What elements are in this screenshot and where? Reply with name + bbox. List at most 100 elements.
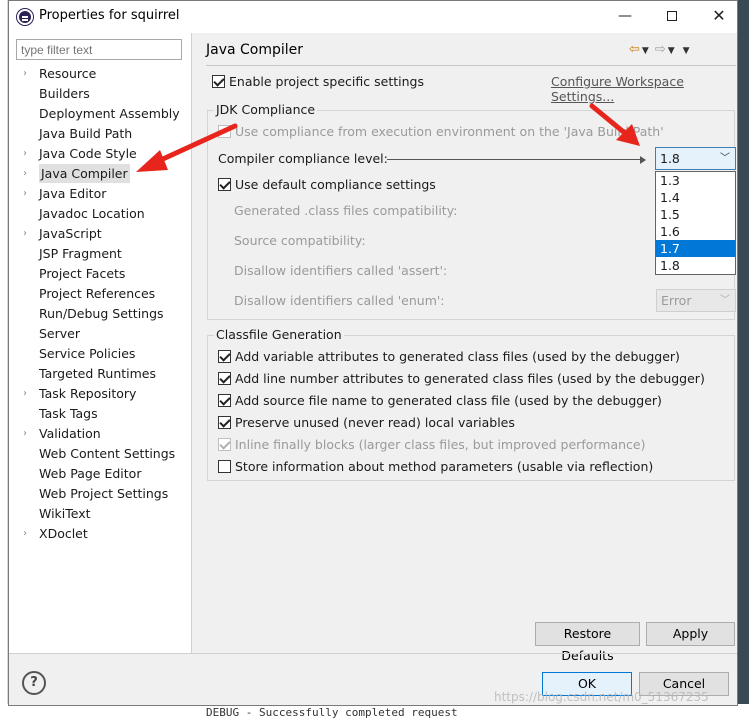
eclipse-icon (17, 9, 33, 25)
tree-item-label: Targeted Runtimes (39, 366, 156, 381)
tree-item[interactable]: WikiText (9, 504, 191, 524)
tree-item[interactable]: Web Content Settings (9, 444, 191, 464)
tree-item-label: Validation (39, 426, 101, 441)
generated-compat-label: Generated .class files compatibility: (234, 203, 458, 218)
tree-item-label: Javadoc Location (39, 206, 145, 221)
tree-item[interactable]: › JavaScript (9, 224, 191, 244)
tree-item[interactable]: › Resource (9, 64, 191, 84)
source-compat-label: Source compatibility: (234, 233, 366, 248)
tree-item-label: Java Editor (39, 186, 107, 201)
use-exec-env-label: Use compliance from execution environmen… (235, 124, 664, 139)
tree-item[interactable]: Project Facets (9, 264, 191, 284)
maximize-icon (667, 11, 677, 21)
tree-item[interactable]: Run/Debug Settings (9, 304, 191, 324)
classfile-checkbox-label: Add variable attributes to generated cla… (235, 349, 680, 364)
classfile-checkbox-label: Add line number attributes to generated … (235, 371, 705, 386)
tree-item-label: Server (39, 326, 80, 341)
chevron-right-icon[interactable]: › (23, 144, 27, 164)
help-icon[interactable]: ? (22, 671, 46, 695)
tree-item[interactable]: Deployment Assembly (9, 104, 191, 124)
compliance-option[interactable]: 1.6 (656, 223, 735, 240)
tree-item[interactable]: Server (9, 324, 191, 344)
chevron-right-icon[interactable]: › (23, 164, 27, 184)
tree-item[interactable]: Javadoc Location (9, 204, 191, 224)
title-bar: Properties for squirrel — ✕ (9, 1, 737, 33)
tree-item-label: Task Tags (39, 406, 98, 421)
use-exec-env-checkbox[interactable]: Use compliance from execution environmen… (218, 124, 664, 139)
disallow-enum-select[interactable]: Error ﹀ (656, 289, 736, 312)
maximize-button[interactable] (652, 5, 692, 29)
tree-item-label: Java Compiler (39, 164, 130, 183)
apply-button[interactable]: Apply (646, 622, 735, 646)
classfile-generation-label: Classfile Generation (214, 327, 344, 342)
classfile-checkbox[interactable]: Add line number attributes to generated … (218, 371, 705, 386)
chevron-right-icon[interactable]: › (23, 64, 27, 84)
chevron-down-icon: ﹀ (720, 295, 730, 306)
tree-item[interactable]: › Java Code Style (9, 144, 191, 164)
forward-arrow-icon[interactable]: ⇨ (655, 42, 666, 57)
chevron-right-icon[interactable]: › (23, 524, 27, 544)
compliance-level-value: 1.8 (660, 151, 680, 166)
tree-item[interactable]: › Task Repository (9, 384, 191, 404)
property-tree-pane: › Resource Builders Deployment Assembly Java… (9, 33, 192, 653)
tree-item[interactable]: Project References (9, 284, 191, 304)
compliance-option[interactable]: 1.4 (656, 189, 735, 206)
restore-defaults-button[interactable]: Restore Defaults (535, 622, 640, 663)
tree-item[interactable]: › Java Editor (9, 184, 191, 204)
checkbox-icon (218, 350, 231, 363)
checkbox-icon (218, 416, 231, 429)
compliance-arrow (387, 156, 646, 164)
tree-item[interactable]: Targeted Runtimes (9, 364, 191, 384)
history-nav: ⇦ ▼ ⇨ ▼ ▼ (629, 42, 696, 57)
background-window-left (0, 0, 8, 720)
classfile-checkbox[interactable]: Inline finally blocks (larger class file… (218, 437, 646, 452)
checkbox-icon (218, 178, 231, 191)
tree-item[interactable]: › Java Compiler (9, 164, 191, 184)
tree-item[interactable]: Builders (9, 84, 191, 104)
tree-item[interactable]: › XDoclet (9, 524, 191, 544)
tree-item[interactable]: Java Build Path (9, 124, 191, 144)
filter-input[interactable] (16, 39, 182, 60)
chevron-right-icon[interactable]: › (23, 424, 27, 444)
tree-item[interactable]: Web Page Editor (9, 464, 191, 484)
tree-item-label: Web Content Settings (39, 446, 176, 461)
classfile-checkbox[interactable]: Store information about method parameter… (218, 459, 653, 474)
enable-specific-checkbox[interactable]: Enable project specific settings (212, 74, 424, 89)
compliance-option[interactable]: 1.5 (656, 206, 735, 223)
configure-workspace-link[interactable]: Configure Workspace Settings... (551, 74, 737, 104)
classfile-checkbox[interactable]: Add variable attributes to generated cla… (218, 349, 680, 364)
tree-item[interactable]: Web Project Settings (9, 484, 191, 504)
close-button[interactable]: ✕ (699, 5, 739, 29)
classfile-checkbox[interactable]: Preserve unused (never read) local varia… (218, 415, 515, 430)
compliance-option[interactable]: 1.8 (656, 257, 735, 274)
chevron-right-icon[interactable]: › (23, 184, 27, 204)
tree-item-label: Deployment Assembly (39, 106, 180, 121)
tree-item[interactable]: Service Policies (9, 344, 191, 364)
chevron-right-icon[interactable]: › (23, 224, 27, 244)
jdk-compliance-label: JDK Compliance (214, 102, 318, 117)
tree-item[interactable]: Task Tags (9, 404, 191, 424)
chevron-right-icon[interactable]: › (23, 384, 27, 404)
properties-dialog: Properties for squirrel — ✕ › Resource Bui… (8, 0, 738, 706)
disallow-assert-label: Disallow identifiers called 'assert': (234, 263, 448, 278)
page-title: Java Compiler (206, 42, 304, 58)
back-arrow-icon[interactable]: ⇦ (629, 42, 640, 57)
classfile-checkbox-label: Preserve unused (never read) local varia… (235, 415, 515, 430)
tree-item-label: Java Code Style (39, 146, 137, 161)
use-default-compliance-checkbox[interactable]: Use default compliance settings (218, 177, 436, 192)
classfile-checkbox[interactable]: Add source file name to generated class … (218, 393, 662, 408)
compliance-option[interactable]: 1.7 (656, 240, 735, 257)
view-menu-icon[interactable]: ▼ (683, 46, 690, 56)
tree-item-label: JavaScript (39, 226, 102, 241)
compliance-level-select[interactable]: 1.8 ﹀ (655, 147, 736, 170)
tree-item-label: WikiText (39, 506, 91, 521)
compliance-option[interactable]: 1.3 (656, 172, 735, 189)
disallow-enum-value: Error (661, 293, 692, 308)
forward-dropdown-icon[interactable]: ▼ (668, 46, 675, 56)
back-dropdown-icon[interactable]: ▼ (642, 46, 649, 56)
title-separator (206, 65, 736, 66)
tree-item[interactable]: JSP Fragment (9, 244, 191, 264)
minimize-button[interactable]: — (605, 5, 645, 29)
tree-item[interactable]: › Validation (9, 424, 191, 444)
enable-specific-label: Enable project specific settings (229, 74, 424, 89)
